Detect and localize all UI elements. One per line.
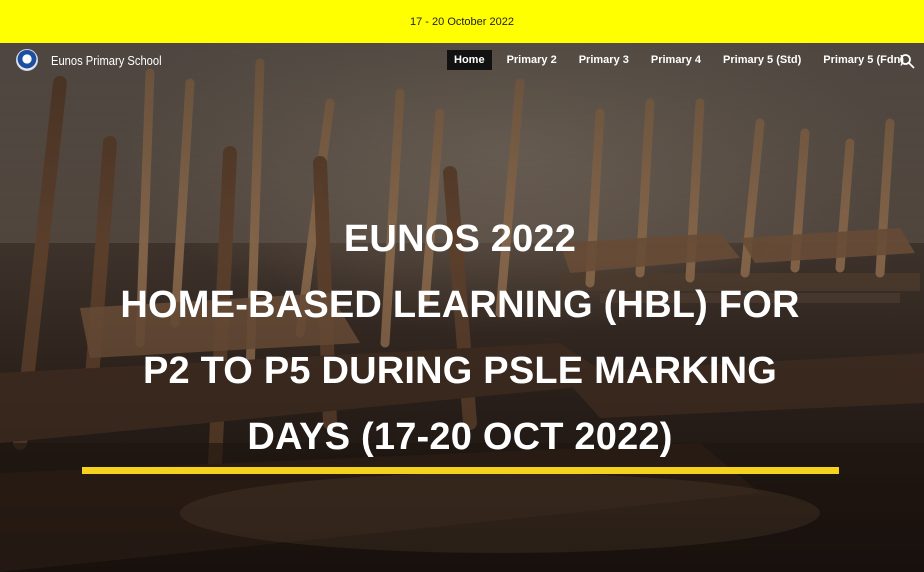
headline-underline	[82, 467, 839, 474]
headline-line-1: EUNOS 2022	[343, 218, 577, 260]
nav-item-home[interactable]: Home	[447, 50, 492, 70]
school-crest-icon	[16, 49, 38, 71]
main-nav: Home Primary 2 Primary 3 Primary 4 Prima…	[447, 50, 919, 70]
nav-item-primary-4[interactable]: Primary 4	[644, 50, 708, 70]
announcement-bar: 17 - 20 October 2022	[0, 0, 924, 43]
nav-item-primary-5-std[interactable]: Primary 5 (Std)	[716, 50, 808, 70]
site-title[interactable]: Eunos Primary School	[51, 53, 162, 68]
headline-line-2: HOME-BASED LEARNING (HBL) FOR	[120, 284, 800, 326]
nav-item-primary-5-fdn[interactable]: Primary 5 (Fdn)	[816, 50, 911, 70]
brand[interactable]: Eunos Primary School	[16, 49, 180, 71]
headline-line-4: DAYS (17-20 OCT 2022)	[247, 416, 673, 458]
navbar: Eunos Primary School Home Primary 2 Prim…	[0, 43, 924, 79]
search-icon[interactable]	[899, 53, 915, 69]
nav-item-primary-3[interactable]: Primary 3	[572, 50, 636, 70]
headline-line-3: P2 TO P5 DURING PSLE MARKING	[142, 350, 778, 392]
hero-headline: EUNOS 2022 HOME-BASED LEARNING (HBL) FOR…	[60, 206, 860, 470]
hero-section: Eunos Primary School Home Primary 2 Prim…	[0, 43, 924, 572]
announcement-text: 17 - 20 October 2022	[410, 15, 514, 28]
nav-item-primary-2[interactable]: Primary 2	[500, 50, 564, 70]
page: 17 - 20 October 2022 Eunos Primary Schoo…	[0, 0, 924, 572]
